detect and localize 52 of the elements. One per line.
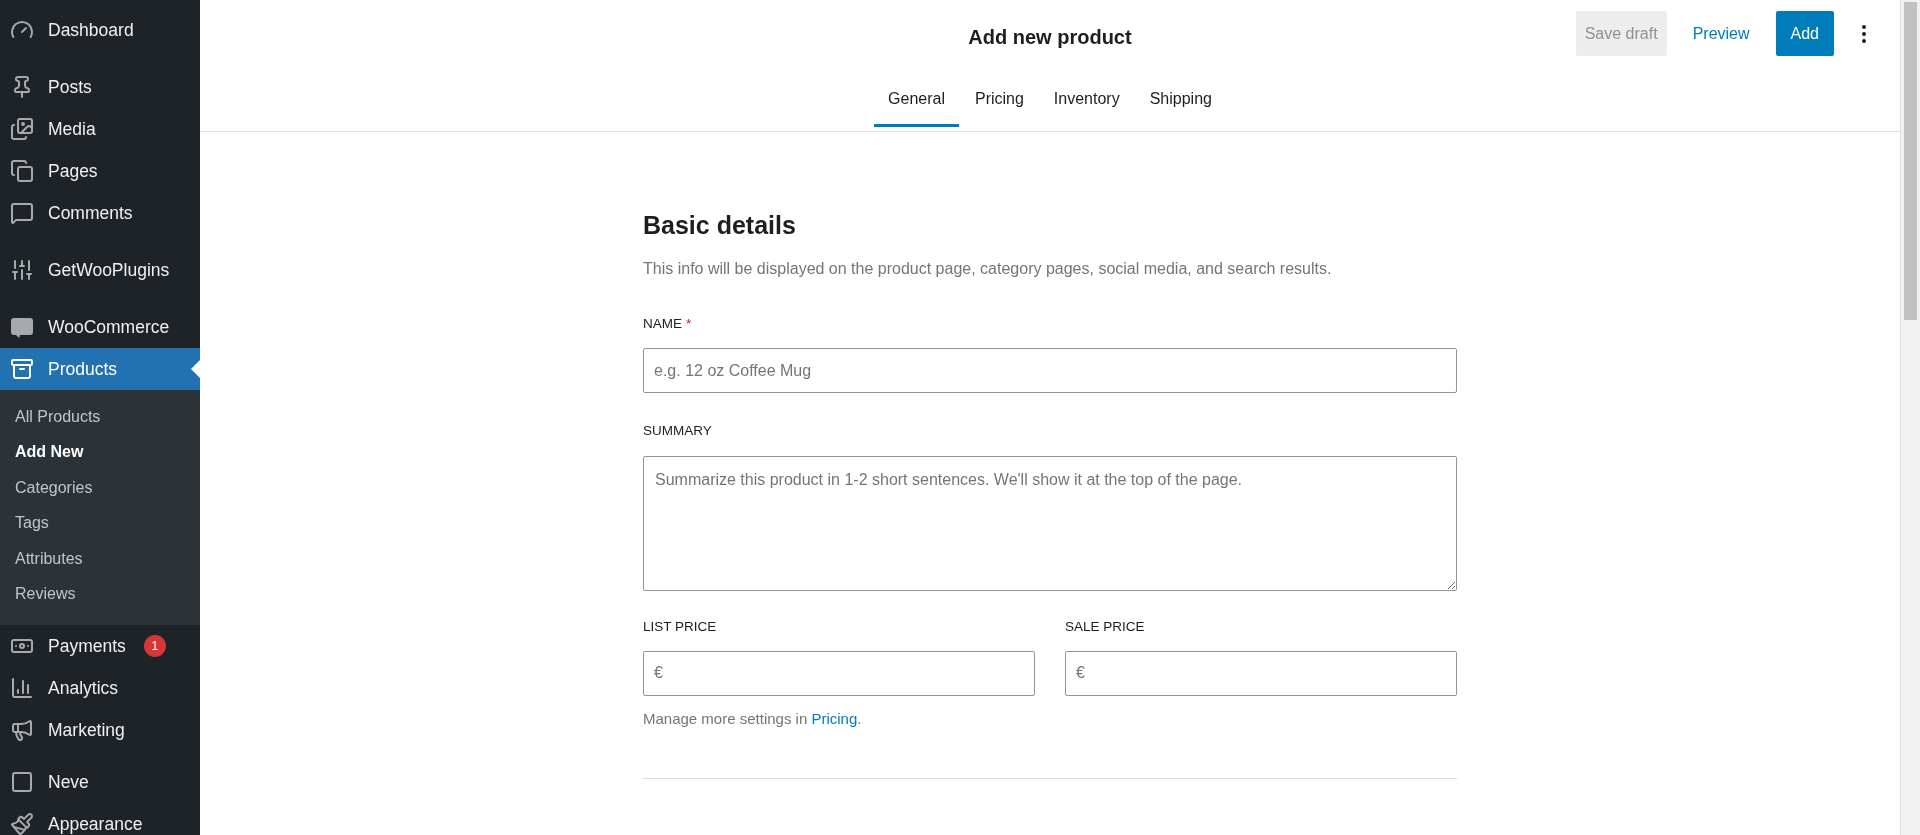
sidebar-menu-item[interactable]: Neve: [0, 761, 200, 803]
sidebar-menu-item[interactable]: Comments: [0, 192, 200, 234]
add-button[interactable]: Add: [1775, 11, 1834, 56]
archive-box-icon: [10, 357, 34, 381]
submenu-item[interactable]: Add New: [0, 434, 200, 470]
chat-box-icon: [10, 315, 34, 339]
section-description: This info will be displayed on the product page, category pages, social media, and search results.: [643, 259, 1333, 279]
tab[interactable]: Inventory: [1039, 74, 1134, 127]
field-label: SUMMARY: [643, 422, 713, 441]
sidebar-menu-item[interactable]: Posts: [0, 66, 200, 108]
sidebar-menu-item[interactable]: Products: [0, 348, 200, 390]
paintbrush-icon: [10, 812, 34, 835]
scrollbar[interactable]: [1900, 0, 1920, 835]
images-icon: [10, 117, 34, 141]
help-text: Manage more settings in Pricing.: [643, 708, 863, 729]
current-pointer-icon: [191, 360, 200, 378]
speech-bubble-icon: [10, 201, 34, 225]
sidebar-menu-item[interactable]: GetWooPlugins: [0, 249, 200, 291]
tab[interactable]: Shipping: [1135, 74, 1226, 127]
square-icon: [10, 770, 34, 794]
sliders-icon: [10, 258, 34, 282]
submenu-item[interactable]: Categories: [0, 470, 200, 506]
price-input-field[interactable]: €: [643, 650, 1035, 696]
field-label: NAME: [643, 315, 682, 333]
tab[interactable]: General: [874, 74, 959, 127]
sidebar-menu-item[interactable]: Media: [0, 108, 200, 150]
preview-link[interactable]: Preview: [1684, 11, 1758, 56]
pages-icon: [10, 159, 34, 183]
field-label: LIST PRICE: [643, 617, 718, 636]
required-mark: *: [686, 315, 692, 333]
count-badge: 1: [143, 635, 166, 657]
section-title: Basic details: [643, 210, 797, 240]
sidebar-menu-item[interactable]: Analytics: [0, 667, 200, 709]
submenu-item[interactable]: All Products: [0, 399, 200, 435]
sidebar-menu-item[interactable]: Pages: [0, 150, 200, 192]
submenu-item[interactable]: Tags: [0, 505, 200, 541]
name-input-field[interactable]: e.g. 12 oz Coffee Mug: [643, 348, 1457, 394]
summary-text-area[interactable]: Summarize this product in 1-2 short sentences. We'll show it at the top of the page.: [643, 455, 1457, 591]
page-title: Add new product: [968, 25, 1132, 50]
sidebar-menu-item[interactable]: Dashboard: [0, 9, 200, 51]
tab[interactable]: Pricing: [960, 74, 1038, 127]
sidebar-menu-item[interactable]: WooCommerce: [0, 306, 200, 348]
price-input-field[interactable]: €: [1065, 650, 1457, 696]
submenu-item[interactable]: Attributes: [0, 541, 200, 577]
megaphone-icon: [10, 718, 34, 742]
sidebar-menu-item[interactable]: Payments 1: [0, 625, 200, 667]
scrollbar-thumb[interactable]: [1904, 2, 1917, 320]
submenu-item[interactable]: Reviews: [0, 576, 200, 612]
sidebar-menu-item[interactable]: Marketing: [0, 709, 200, 751]
sidebar-menu-item[interactable]: Appearance: [0, 803, 200, 835]
bar-chart-icon: [10, 676, 34, 700]
field-label: SALE PRICE: [1065, 617, 1146, 636]
